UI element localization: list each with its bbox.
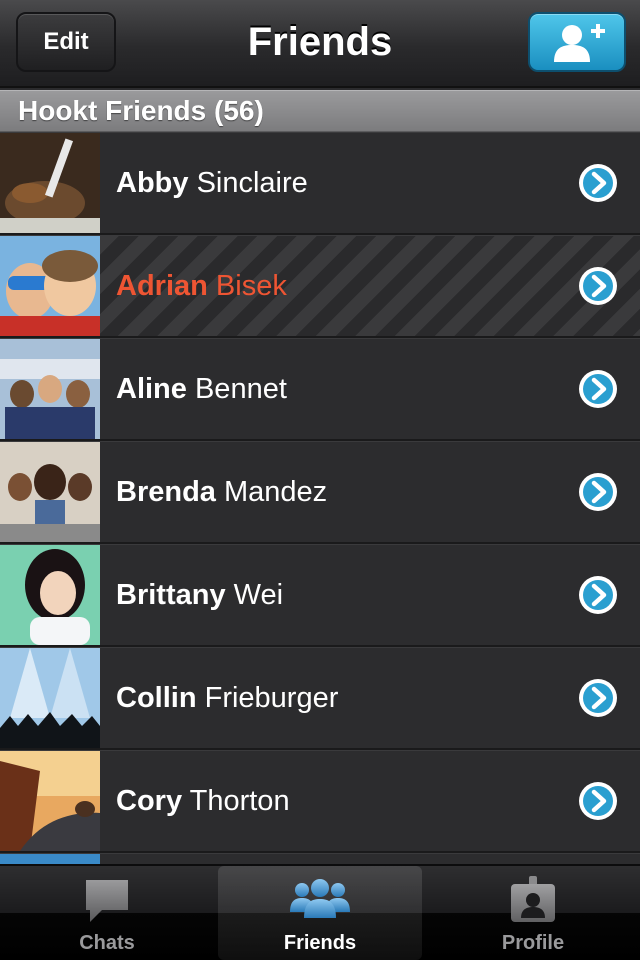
tab-friends[interactable]: Friends [218,866,422,960]
section-title: Hookt Friends (56) [18,95,264,126]
add-friend-button[interactable] [528,12,626,72]
friend-row[interactable]: Aline Bennet [0,338,640,441]
friend-photo [0,648,100,748]
chevron-right-icon[interactable] [578,575,618,615]
add-friend-icon [554,24,605,62]
tab-profile[interactable]: Profile [430,866,636,960]
friends-icon [290,879,350,918]
friend-photo [0,751,100,851]
friend-name: Brittany Wei [116,579,284,611]
friend-row[interactable]: Brenda Mandez [0,441,640,544]
friend-row[interactable]: Brittany Wei [0,544,640,647]
friend-photo [0,442,100,542]
chevron-right-icon[interactable] [578,781,618,821]
tab-chats[interactable]: Chats [4,866,210,960]
friend-row[interactable]: Cory Thorton [0,750,640,853]
navigation-bar: Edit Friends [0,0,640,88]
friend-row[interactable]: Abby Sinclaire [0,132,640,235]
friend-photo [0,339,100,439]
friend-row[interactable]: Collin Frieburger [0,647,640,750]
tab-label: Friends [283,932,357,954]
friends-list[interactable]: Abby Sinclaire Adrian Bisek Aline Bennet… [0,132,640,864]
chevron-right-icon[interactable] [578,163,618,203]
chevron-right-icon[interactable] [578,369,618,409]
friend-row[interactable]: Adrian Bisek [0,235,640,338]
friend-row-partial[interactable] [0,853,640,864]
chevron-right-icon[interactable] [578,472,618,512]
chat-bubble-icon [86,880,128,922]
friend-photo [0,545,100,645]
friend-name: Abby Sinclaire [116,167,308,199]
section-header: Hookt Friends (56) [0,90,640,132]
profile-badge-icon [511,876,555,922]
chevron-right-icon[interactable] [578,266,618,306]
tab-label: Profile [501,932,565,954]
friend-name: Collin Frieburger [116,682,339,714]
friend-name: Adrian Bisek [116,270,287,302]
friend-photo [0,133,100,233]
chevron-right-icon[interactable] [578,678,618,718]
tab-bar: Chats Friends Profile [0,864,640,960]
friend-name: Aline Bennet [116,373,287,405]
friend-name: Brenda Mandez [116,476,328,508]
friend-photo [0,854,100,864]
tab-label: Chats [79,932,135,954]
friend-photo [0,236,100,336]
friend-name: Cory Thorton [116,785,290,817]
